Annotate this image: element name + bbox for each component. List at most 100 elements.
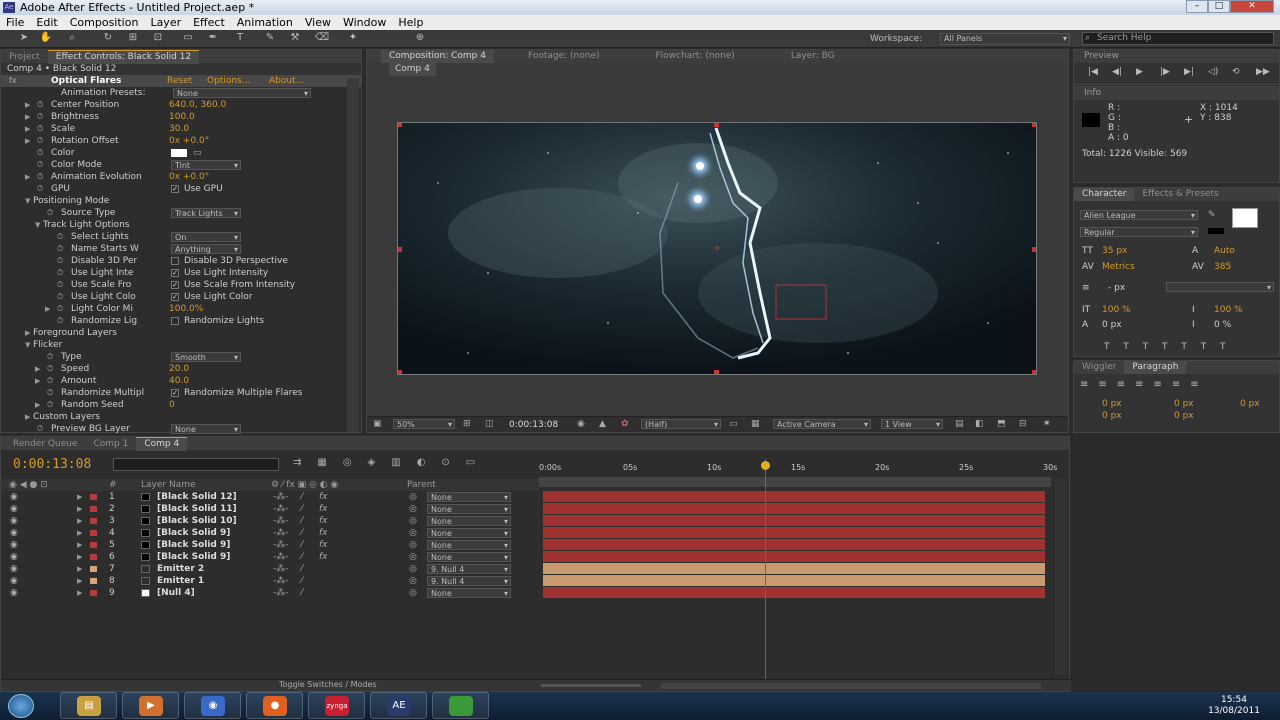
effect-prop-checkbox[interactable]: ✓ <box>171 269 179 277</box>
shy-switch-icon[interactable]: -⁂- <box>273 551 289 563</box>
parent-select[interactable]: 9. Null 4 <box>427 576 511 586</box>
close-button[interactable]: ✕ <box>1230 0 1274 13</box>
layer-name[interactable]: Emitter 2 <box>157 563 204 575</box>
twirl-icon[interactable]: ▶ <box>25 111 30 123</box>
transform-handle[interactable] <box>398 123 402 127</box>
zoom-select[interactable]: 50% <box>393 419 455 429</box>
kerning-value[interactable]: Metrics <box>1102 262 1135 272</box>
twirl-icon[interactable]: ▶ <box>77 551 82 563</box>
twirl-icon[interactable]: ▶ <box>35 375 40 387</box>
twirl-icon[interactable]: ▼ <box>35 219 40 231</box>
fx-switch-icon[interactable]: fx <box>319 515 328 527</box>
zoom-tool-icon[interactable]: ⌕ <box>64 31 80 45</box>
transform-handle[interactable] <box>714 370 719 374</box>
shy-switch-icon[interactable]: -⁂- <box>273 527 289 539</box>
twirl-icon[interactable]: ▶ <box>77 527 82 539</box>
effect-prop-select[interactable]: Anything <box>171 244 241 254</box>
tab-wiggler[interactable]: Wiggler <box>1074 361 1124 374</box>
timeline-switches-icons[interactable]: ⇉▦◎◈▥◐⊙▭ <box>293 457 491 468</box>
horizontal-scale-value[interactable]: 100 % <box>1214 305 1243 315</box>
layer-name[interactable]: [Black Solid 9] <box>157 551 230 563</box>
media-player-icon[interactable]: ▶ <box>122 692 179 719</box>
quality-switch-icon[interactable]: ⁄ <box>301 539 303 551</box>
twirl-icon[interactable]: ▼ <box>25 339 30 351</box>
grid-icon[interactable]: ⊞ <box>463 419 471 429</box>
quality-switch-icon[interactable]: ⁄ <box>301 563 303 575</box>
tab-footage[interactable]: Footage: (none) <box>520 50 608 63</box>
stopwatch-icon[interactable]: ⏱ <box>37 147 43 159</box>
last-frame-icon[interactable]: ▶| <box>1184 67 1194 77</box>
stopwatch-icon[interactable]: ⏱ <box>57 303 63 315</box>
pickwhip-icon[interactable]: ◎ <box>409 503 417 515</box>
layer-name[interactable]: Emitter 1 <box>157 575 204 587</box>
maximize-button[interactable]: □ <box>1208 0 1230 13</box>
label-color-swatch[interactable] <box>90 566 97 572</box>
transform-handle[interactable] <box>714 123 719 127</box>
layer-row[interactable]: ◉ ▶ 5 [Black Solid 9] -⁂- ⁄ fx ◎ None <box>1 539 1071 551</box>
layer-duration-bar[interactable] <box>543 575 1045 586</box>
camera-select[interactable]: Active Camera <box>773 419 871 429</box>
explorer-icon[interactable]: ▤ <box>60 692 117 719</box>
twirl-icon[interactable]: ▼ <box>25 195 30 207</box>
transform-handle[interactable] <box>1032 370 1036 374</box>
mask-icon[interactable]: ◫ <box>485 419 494 429</box>
tab-comp-1[interactable]: Comp 1 <box>85 438 136 451</box>
text-tool-icon[interactable]: T <box>232 31 248 45</box>
twirl-icon[interactable]: ▶ <box>25 135 30 147</box>
layer-row[interactable]: ◉ ▶ 6 [Black Solid 9] -⁂- ⁄ fx ◎ None <box>1 551 1071 563</box>
stopwatch-icon[interactable]: ⏱ <box>57 279 63 291</box>
text-style-buttons[interactable]: TTTTTTT <box>1104 342 1240 352</box>
audio-icon[interactable]: ◁) <box>1208 67 1218 77</box>
indent-first-value[interactable]: 0 px <box>1174 399 1194 409</box>
eye-icon[interactable]: ◉ <box>10 587 18 599</box>
twirl-icon[interactable]: ▶ <box>25 411 30 423</box>
quality-switch-icon[interactable]: ⁄ <box>301 551 303 563</box>
timeline-icon[interactable]: ⬒ <box>997 419 1006 429</box>
transparency-grid-icon[interactable]: ▦ <box>751 419 760 429</box>
flowchart-icon[interactable]: ⊟ <box>1019 419 1027 429</box>
twirl-icon[interactable]: ▶ <box>77 539 82 551</box>
comp-subtab[interactable]: Comp 4 <box>389 63 436 76</box>
fx-switch-icon[interactable]: fx <box>319 491 328 503</box>
quality-switch-icon[interactable]: ⁄ <box>301 527 303 539</box>
fill-color-swatch[interactable] <box>1232 208 1258 228</box>
label-color-swatch[interactable] <box>90 542 97 548</box>
color-swatch[interactable] <box>171 149 187 157</box>
tab-paragraph[interactable]: Paragraph <box>1124 361 1187 374</box>
layer-row[interactable]: ◉ ▶ 9 [Null 4] -⁂- ⁄ ◎ None <box>1 587 1071 599</box>
transform-handle[interactable] <box>1032 123 1036 127</box>
toggle-switches-modes[interactable]: Toggle Switches / Modes <box>279 680 377 689</box>
stopwatch-icon[interactable]: ⏱ <box>37 171 43 183</box>
tab-composition[interactable]: Composition: Comp 4 <box>381 50 494 63</box>
workspace-select[interactable]: All Panels <box>940 33 1070 45</box>
parent-select[interactable]: None <box>427 528 511 538</box>
stopwatch-icon[interactable]: ⏱ <box>37 135 43 147</box>
effect-scrollbar[interactable] <box>347 78 359 432</box>
brush-tool-icon[interactable]: ✎ <box>262 31 278 45</box>
twirl-icon[interactable]: ▶ <box>25 99 30 111</box>
app-icon[interactable] <box>432 692 489 719</box>
shy-switch-icon[interactable]: -⁂- <box>273 587 289 599</box>
col-parent[interactable]: Parent <box>407 479 436 491</box>
menu-file[interactable]: File <box>0 15 30 30</box>
shy-switch-icon[interactable]: -⁂- <box>273 515 289 527</box>
label-color-swatch[interactable] <box>90 590 97 596</box>
effect-prop-checkbox[interactable]: ✓ <box>171 389 179 397</box>
twirl-icon[interactable]: ▶ <box>25 171 30 183</box>
stopwatch-icon[interactable]: ⏱ <box>57 255 63 267</box>
parent-select[interactable]: None <box>427 504 511 514</box>
col-layer-name[interactable]: Layer Name <box>141 479 196 491</box>
effect-prop-checkbox[interactable]: ✓ <box>171 185 179 193</box>
tab-character[interactable]: Character <box>1074 188 1135 201</box>
fx-toggle-icon[interactable]: fx <box>9 75 17 87</box>
layer-duration-bar[interactable] <box>543 587 1045 598</box>
quality-switch-icon[interactable]: ⁄ <box>301 587 303 599</box>
layer-row[interactable]: ◉ ▶ 2 [Black Solid 11] -⁂- ⁄ fx ◎ None <box>1 503 1071 515</box>
label-color-swatch[interactable] <box>90 494 97 500</box>
layer-row[interactable]: ◉ ▶ 7 Emitter 2 -⁂- ⁄ ◎ 9. Null 4 <box>1 563 1071 575</box>
layer-duration-bar[interactable] <box>543 539 1045 550</box>
options-link[interactable]: Options... <box>207 75 250 87</box>
effect-prop-checkbox[interactable] <box>171 317 179 325</box>
fx-switch-icon[interactable]: fx <box>319 527 328 539</box>
leading-value[interactable]: Auto <box>1214 246 1235 256</box>
